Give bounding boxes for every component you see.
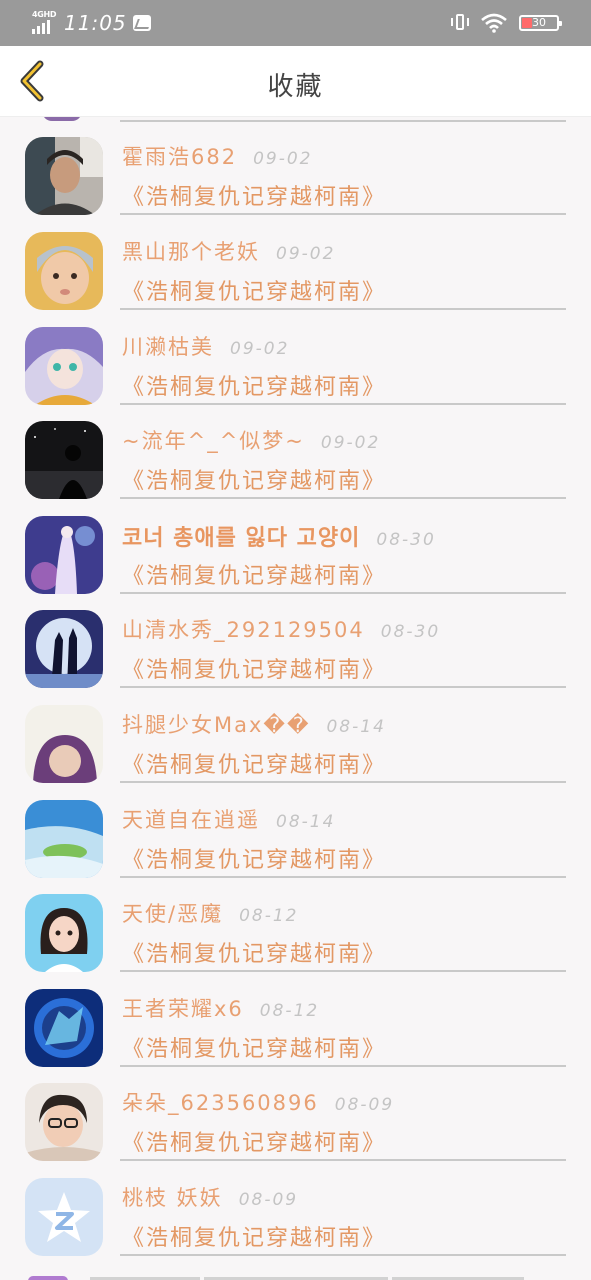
wifi-icon: [481, 13, 507, 33]
battery-icon: 30: [519, 15, 562, 31]
book-title: 《浩桐复仇记穿越柯南》: [122, 469, 387, 494]
date: 08-30: [376, 530, 436, 550]
qq-star-icon: [25, 1178, 103, 1256]
list-item[interactable]: 桃枝 妖妖 08-09 《浩桐复仇记穿越柯南》: [0, 1158, 591, 1256]
book-title: 《浩桐复仇记穿越柯南》: [122, 375, 387, 400]
avatar: [25, 516, 103, 594]
user-name: 霍雨浩682: [122, 145, 238, 169]
clock: 11:05: [64, 11, 127, 35]
avatar: [25, 800, 103, 878]
user-name: 黑山那个老妖: [122, 240, 260, 264]
date: 08-14: [326, 717, 386, 737]
list-item[interactable]: 霍雨浩682 09-02 《浩桐复仇记穿越柯南》: [0, 117, 591, 215]
user-name: 王者荣耀x6: [122, 997, 244, 1021]
battery-level: 30: [532, 16, 546, 29]
divider: [120, 1254, 566, 1256]
signal-icon: 4GHD: [32, 10, 58, 34]
book-title: 《浩桐复仇记穿越柯南》: [122, 942, 387, 967]
avatar: [25, 610, 103, 688]
user-name: 코너 총애를 잃다 고양이: [122, 526, 361, 551]
list-item[interactable]: 山清水秀_292129504 08-30 《浩桐复仇记穿越柯南》: [0, 590, 591, 688]
avatar: [25, 327, 103, 405]
list-item[interactable]: 川濑枯美 09-02 《浩桐复仇记穿越柯南》: [0, 307, 591, 405]
favorites-list[interactable]: 霍雨浩682 09-02 《浩桐复仇记穿越柯南》 黑山那个老妖 09-02 《浩…: [0, 117, 591, 1280]
page-title: 收藏: [267, 72, 324, 102]
avatar: [25, 1178, 103, 1256]
list-item[interactable]: 코너 총애를 잃다 고양이 08-30 《浩桐复仇记穿越柯南》: [0, 496, 591, 594]
user-name: 天道自在逍遥: [122, 808, 260, 832]
network-type: 4GHD: [32, 10, 57, 19]
user-name: 朵朵_623560896: [122, 1091, 319, 1115]
page-header: 收藏: [0, 46, 591, 117]
list-item[interactable]: 黑山那个老妖 09-02 《浩桐复仇记穿越柯南》: [0, 212, 591, 310]
book-title: 《浩桐复仇记穿越柯南》: [122, 280, 387, 305]
book-title: 《浩桐复仇记穿越柯南》: [122, 848, 387, 873]
user-name: 抖腿少女Max��: [122, 713, 311, 737]
date: 08-09: [238, 1190, 299, 1210]
date: 08-30: [380, 622, 441, 642]
user-name: 山清水秀_292129504: [122, 618, 365, 642]
date: 09-02: [230, 339, 290, 359]
avatar: [25, 705, 103, 783]
list-item[interactable]: 朵朵_623560896 08-09 《浩桐复仇记穿越柯南》: [0, 1063, 591, 1161]
date: 08-12: [239, 906, 299, 926]
list-item[interactable]: 天使/恶魔 08-12 《浩桐复仇记穿越柯南》: [0, 874, 591, 972]
date: 08-09: [334, 1095, 395, 1115]
list-item[interactable]: 天道自在逍遥 08-14 《浩桐复仇记穿越柯南》: [0, 780, 591, 878]
date: 08-14: [276, 812, 336, 832]
book-title: 《浩桐复仇记穿越柯南》: [122, 185, 387, 210]
list-item[interactable]: 王者荣耀x6 08-12 《浩桐复仇记穿越柯南》: [0, 969, 591, 1067]
book-title: 《浩桐复仇记穿越柯南》: [122, 1037, 387, 1062]
avatar: [25, 989, 103, 1067]
avatar: [25, 894, 103, 972]
status-bar: 4GHD 11:05 30: [0, 0, 591, 46]
date: 09-02: [320, 433, 381, 453]
notification-icon: [132, 15, 151, 31]
book-title: 《浩桐复仇记穿越柯南》: [122, 1131, 387, 1156]
book-title: 《浩桐复仇记穿越柯南》: [122, 564, 387, 589]
next-item-peek: [0, 1274, 591, 1280]
user-name: 天使/恶魔: [122, 902, 224, 926]
avatar: [25, 137, 103, 215]
avatar: [25, 421, 103, 499]
list-item[interactable]: 抖腿少女Max�� 08-14 《浩桐复仇记穿越柯南》: [0, 685, 591, 783]
user-name: 川濑枯美: [122, 335, 214, 359]
book-title: 《浩桐复仇记穿越柯南》: [122, 1226, 387, 1251]
book-title: 《浩桐复仇记穿越柯南》: [122, 658, 387, 683]
user-name: ~流年^_^似梦~: [122, 429, 305, 453]
avatar: [25, 232, 103, 310]
date: 09-02: [276, 244, 336, 264]
book-title: 《浩桐复仇记穿越柯南》: [122, 753, 387, 778]
date: 09-02: [253, 149, 313, 169]
vibrate-icon: [451, 13, 469, 33]
date: 08-12: [259, 1001, 320, 1021]
avatar: [25, 1083, 103, 1161]
list-item[interactable]: ~流年^_^似梦~ 09-02 《浩桐复仇记穿越柯南》: [0, 401, 591, 499]
user-name: 桃枝 妖妖: [122, 1186, 223, 1210]
